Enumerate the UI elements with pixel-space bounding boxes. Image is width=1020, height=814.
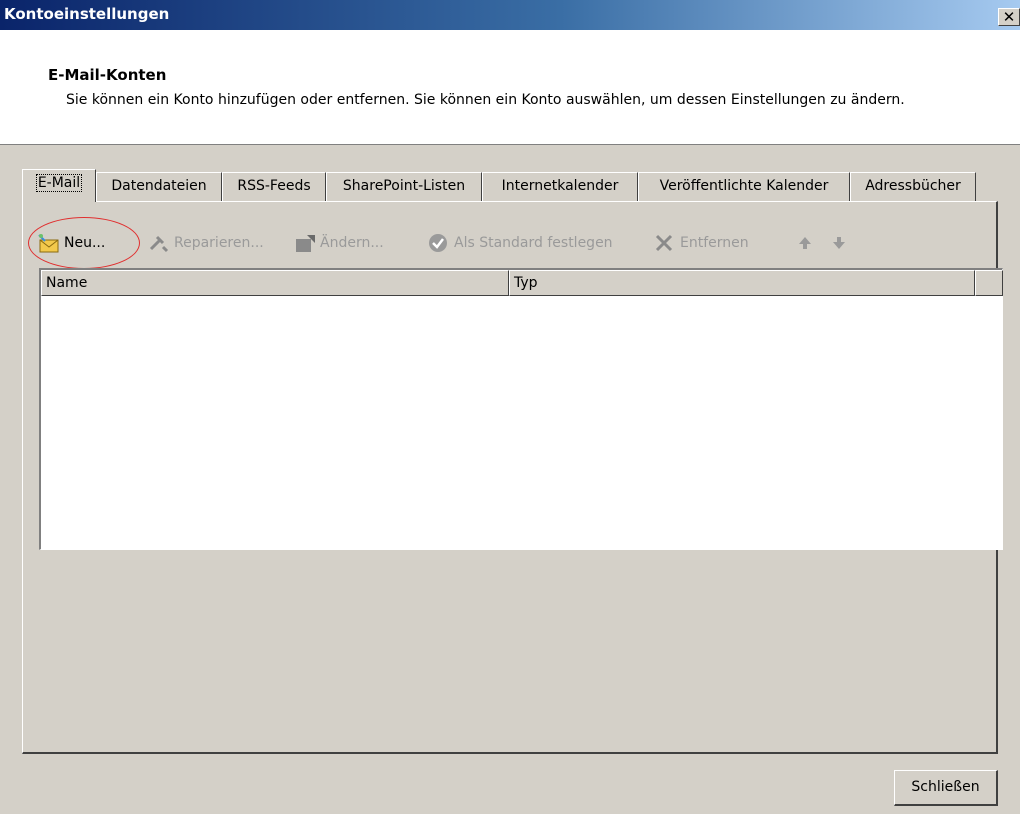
- column-header-name[interactable]: Name: [41, 270, 509, 296]
- tab-email-label: E-Mail: [35, 174, 83, 192]
- new-button-label: Neu...: [64, 235, 106, 251]
- window-title: Kontoeinstellungen: [4, 5, 170, 23]
- move-down-button[interactable]: [827, 230, 854, 256]
- move-up-button[interactable]: [793, 230, 820, 256]
- repair-icon: [149, 235, 169, 253]
- change-button[interactable]: Ändern...: [293, 230, 384, 256]
- new-button[interactable]: Neu...: [37, 230, 105, 256]
- tab-email[interactable]: E-Mail: [22, 169, 96, 202]
- new-account-icon: [38, 234, 59, 253]
- close-button[interactable]: Schließen: [894, 770, 998, 806]
- tab-adressbuecher[interactable]: Adressbücher: [850, 172, 976, 202]
- section-heading: E-Mail-Konten: [48, 66, 167, 84]
- title-bar: Kontoeinstellungen ✕: [0, 0, 1020, 30]
- change-icon: [296, 235, 315, 252]
- remove-icon: [655, 234, 673, 252]
- window-close-button[interactable]: ✕: [998, 8, 1020, 26]
- arrow-down-icon: [833, 237, 845, 249]
- repair-button[interactable]: Reparieren...: [147, 230, 264, 256]
- remove-button-label: Entfernen: [680, 235, 749, 251]
- tab-rss-feeds[interactable]: RSS-Feeds: [222, 172, 326, 202]
- tab-sharepoint-listen[interactable]: SharePoint-Listen: [326, 172, 482, 202]
- column-header-filler: [975, 270, 1003, 296]
- tab-veroeffentlichte-kalender[interactable]: Veröffentlichte Kalender: [638, 172, 850, 202]
- header-panel: E-Mail-Konten Sie können ein Konto hinzu…: [0, 30, 1020, 145]
- set-default-button-label: Als Standard festlegen: [454, 235, 613, 251]
- repair-button-label: Reparieren...: [174, 235, 264, 251]
- remove-button[interactable]: Entfernen: [653, 230, 749, 256]
- column-header-type[interactable]: Typ: [509, 270, 975, 296]
- set-default-button[interactable]: Als Standard festlegen: [427, 230, 613, 256]
- change-button-label: Ändern...: [320, 235, 384, 251]
- tab-panel: Neu... Reparieren... Ändern... Als Stand…: [22, 201, 1003, 754]
- tab-internetkalender[interactable]: Internetkalender: [482, 172, 638, 202]
- section-description: Sie können ein Konto hinzufügen oder ent…: [66, 92, 905, 108]
- tab-datendateien[interactable]: Datendateien: [96, 172, 222, 202]
- account-list[interactable]: Name Typ: [39, 268, 1003, 550]
- arrow-up-icon: [799, 237, 811, 249]
- checkmark-icon: [429, 234, 447, 252]
